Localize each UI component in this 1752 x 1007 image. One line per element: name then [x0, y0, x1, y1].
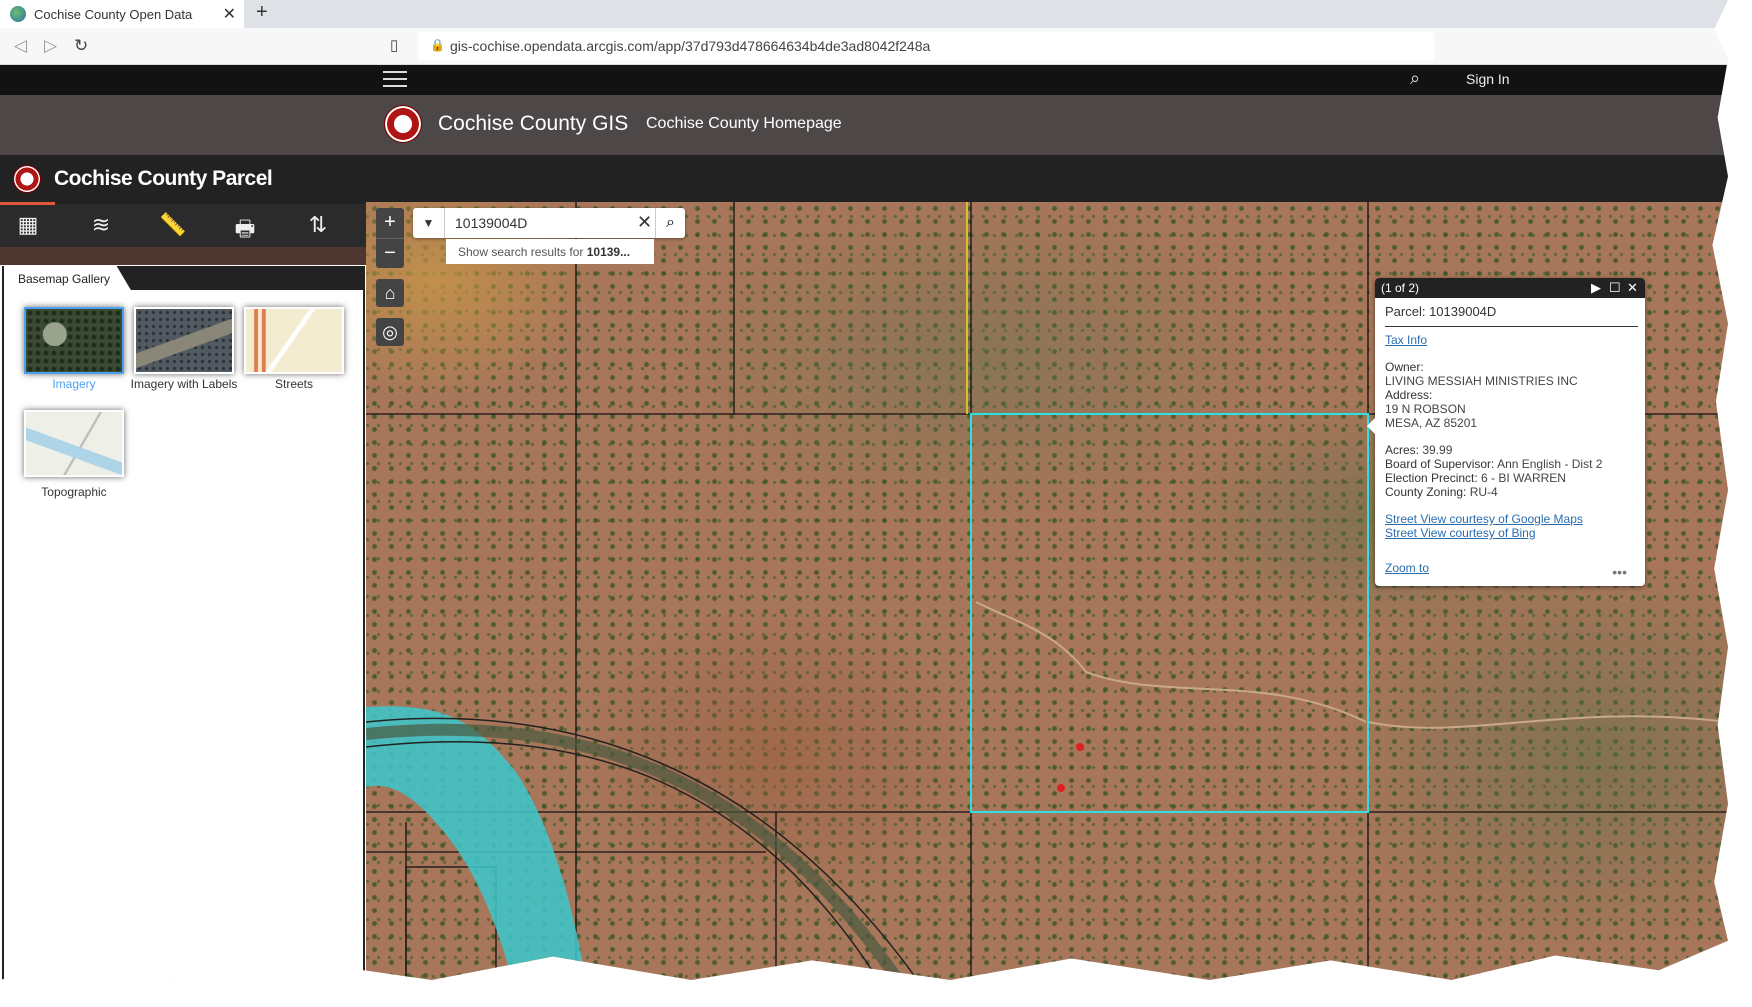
site-header: Cochise County GIS Cochise County Homepa…	[0, 95, 1728, 155]
new-tab-button[interactable]: +	[256, 1, 268, 24]
clear-search-icon[interactable]: ✕	[637, 212, 652, 233]
active-indicator	[0, 202, 55, 205]
google-street-view-link[interactable]: Street View courtesy of Google Maps	[1385, 512, 1638, 526]
locate-button[interactable]: ◎	[376, 318, 404, 346]
basemap-gallery-panel: Basemap Gallery Imagery Imagery with Lab…	[2, 266, 365, 980]
search-button[interactable]: ⌕	[655, 208, 685, 238]
basemap-topographic[interactable]	[24, 410, 124, 477]
county-seal-logo	[384, 105, 422, 143]
home-button[interactable]: ⌂	[376, 279, 404, 307]
widget-toolbar: ▦ ≋ 📏 🖶 ⇅	[0, 202, 366, 247]
homepage-link[interactable]: Cochise County Homepage	[646, 115, 842, 133]
precinct-label: Election Precinct:	[1385, 471, 1478, 485]
tab-title: Cochise County Open Data	[34, 7, 193, 22]
zoning-label: County Zoning:	[1385, 485, 1467, 499]
globe-favicon-icon	[10, 6, 26, 22]
basemap-imagery-with-labels[interactable]	[134, 307, 234, 374]
tab-basemap-gallery[interactable]: Basemap Gallery	[4, 266, 132, 292]
bing-street-view-link[interactable]: Street View courtesy of Bing	[1385, 526, 1638, 540]
point-marker	[1057, 784, 1065, 792]
reload-icon[interactable]: ↻	[74, 36, 88, 56]
print-icon[interactable]: 🖶	[230, 212, 260, 241]
zoning-value: RU-4	[1466, 485, 1498, 499]
sign-in-link[interactable]: Sign In	[1466, 71, 1510, 87]
share-icon[interactable]: ⇅	[303, 212, 333, 240]
app-title: Cochise County Parcel	[54, 167, 273, 190]
url-field[interactable]: 🔒 gis-cochise.opendata.arcgis.com/app/37d…	[418, 32, 1434, 60]
browser-tab-bar: Cochise County Open Data ✕ +	[0, 0, 1728, 28]
url-text: gis-cochise.opendata.arcgis.com/app/37d7…	[450, 38, 931, 54]
search-icon[interactable]: ⌕	[1410, 68, 1420, 89]
supervisor-label: Board of Supervisor:	[1385, 457, 1495, 471]
back-icon[interactable]: ◁	[14, 36, 27, 56]
supervisor-value: Ann English - Dist 2	[1494, 457, 1603, 471]
basemap-imagery[interactable]	[24, 307, 124, 374]
close-tab-icon[interactable]: ✕	[223, 4, 236, 24]
point-marker	[1076, 743, 1084, 751]
parcel-id: Parcel: 10139004D	[1385, 305, 1638, 327]
address-bar: ◁ ▷ ↻ ▯ 🔒 gis-cochise.opendata.arcgis.com…	[0, 28, 1728, 65]
basemap-label: Topographic	[41, 485, 107, 499]
zoom-in-button[interactable]: +	[376, 208, 404, 238]
next-feature-icon[interactable]: ▶	[1591, 280, 1601, 296]
zoom-to-link[interactable]: Zoom to	[1385, 561, 1638, 575]
basemap-label: Imagery	[52, 377, 96, 391]
county-seal-logo	[13, 165, 41, 193]
address-line-1: 19 N ROBSON	[1385, 402, 1466, 416]
popup-counter: (1 of 2)	[1381, 281, 1420, 295]
address-label: Address:	[1385, 388, 1433, 402]
popup-body: Parcel: 10139004D Tax Info Owner: LIVING…	[1375, 298, 1645, 575]
suggestion-term: 10139...	[586, 245, 631, 259]
lock-icon: 🔒	[430, 38, 445, 52]
app-title-bar: Cochise County Parcel	[0, 155, 1728, 202]
measure-icon[interactable]: 📏	[158, 212, 188, 240]
address-line-2: MESA, AZ 85201	[1385, 416, 1478, 430]
zoom-out-button[interactable]: −	[376, 238, 404, 268]
search-source-dropdown[interactable]: ▼	[413, 208, 445, 238]
selected-parcel-highlight	[970, 413, 1369, 813]
tax-info-link[interactable]: Tax Info	[1385, 333, 1638, 347]
search-input[interactable]	[447, 210, 627, 236]
app-window: Cochise County Open Data ✕ + ◁ ▷ ↻ ▯ 🔒 gi…	[0, 0, 1728, 980]
search-widget: ▼ ✕ ⌕	[413, 208, 685, 238]
river-channel	[366, 706, 588, 980]
maximize-icon[interactable]: ☐	[1609, 280, 1621, 296]
layers-icon[interactable]: ≋	[86, 212, 116, 240]
popup-pointer	[1367, 418, 1375, 434]
bookmark-icon[interactable]: ▯	[390, 36, 398, 54]
acres-label: Acres:	[1385, 443, 1420, 457]
owner-value: LIVING MESSIAH MINISTRIES INC	[1385, 374, 1578, 388]
basemap-gallery-icon[interactable]: ▦	[13, 212, 43, 240]
popup-header: (1 of 2) ▶ ☐ ✕	[1375, 278, 1645, 298]
more-options-icon[interactable]: •••	[1612, 564, 1627, 580]
hamburger-menu-icon[interactable]	[383, 68, 407, 90]
close-icon[interactable]: ✕	[1627, 280, 1638, 296]
site-title[interactable]: Cochise County GIS	[438, 112, 628, 136]
basemap-label: Imagery with Labels	[130, 377, 238, 391]
acres-value: 39.99	[1419, 443, 1453, 457]
dirt-road	[975, 601, 1728, 729]
search-suggestion[interactable]: Show search results for 10139...	[446, 239, 654, 264]
site-top-bar: ⌕ Sign In	[0, 65, 1728, 95]
parcel-popup: (1 of 2) ▶ ☐ ✕ Parcel: 10139004D Tax Inf…	[1367, 278, 1645, 586]
suggestion-prefix: Show search results for	[458, 245, 587, 259]
browser-tab[interactable]: Cochise County Open Data ✕	[0, 0, 244, 28]
forward-icon[interactable]: ▷	[44, 36, 57, 56]
basemap-streets[interactable]	[244, 307, 344, 374]
precinct-value: 6 - BI WARREN	[1477, 471, 1566, 485]
panel-divider	[0, 247, 366, 265]
owner-label: Owner:	[1385, 360, 1424, 374]
basemap-label: Streets	[274, 377, 313, 391]
